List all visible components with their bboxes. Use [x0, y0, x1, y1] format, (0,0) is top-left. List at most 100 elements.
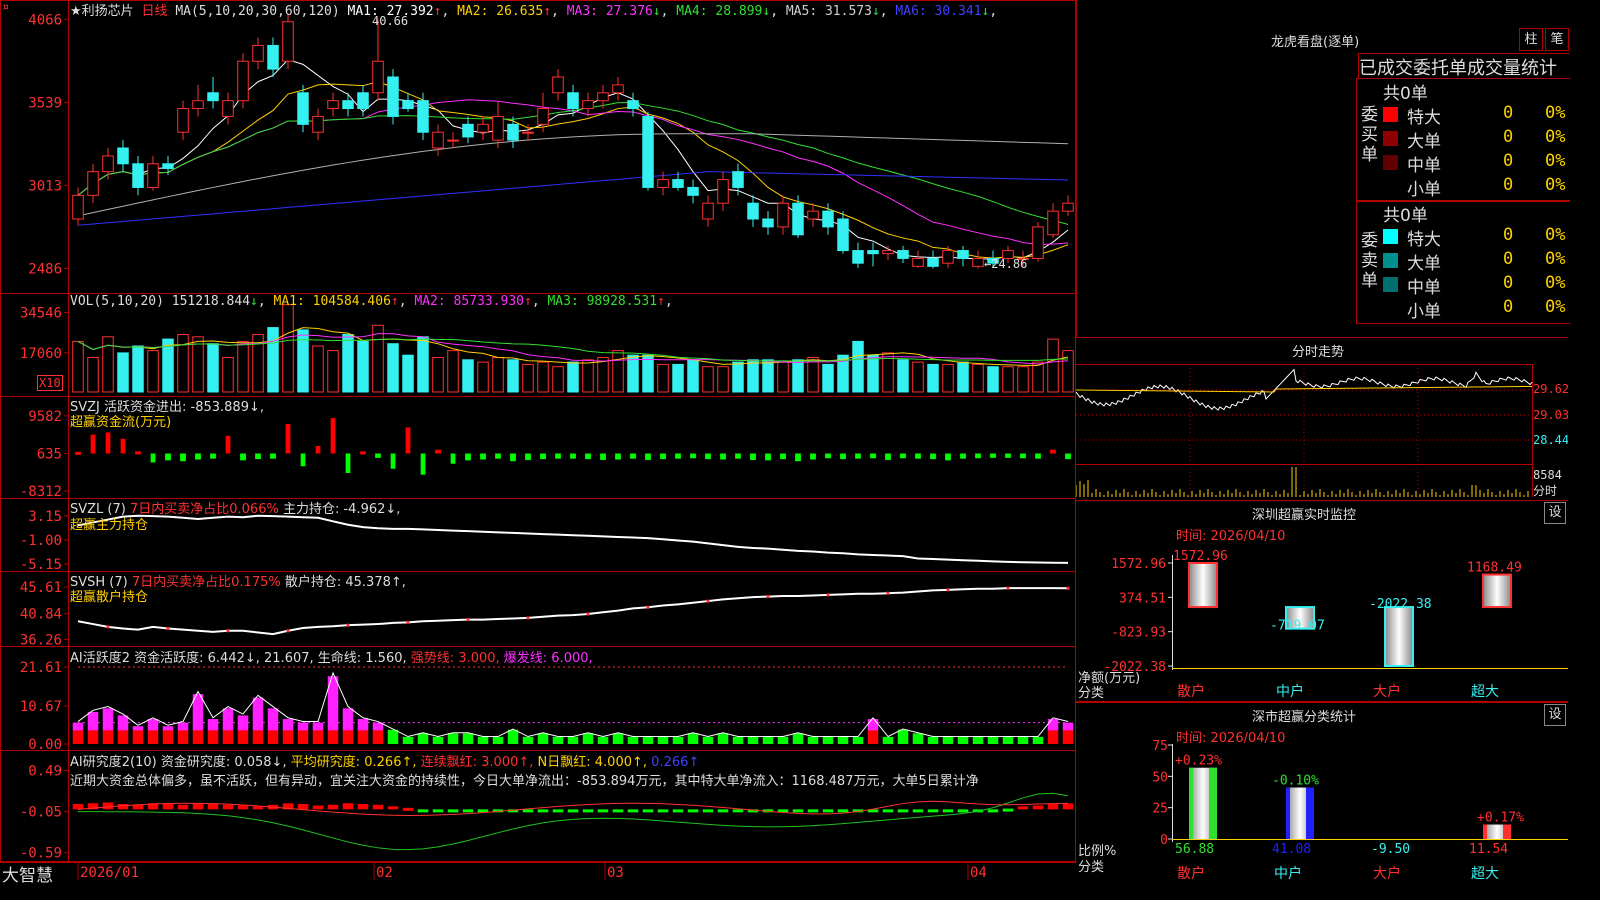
intraday-chart[interactable]: 29.62 29.03 28.44 8584 分时 — [1076, 337, 1568, 502]
research-bar — [297, 804, 309, 810]
candle-body — [102, 155, 114, 173]
period-label[interactable]: 日线 — [141, 4, 167, 19]
order-pct: 0% — [1545, 103, 1566, 123]
fund-flow-bar — [435, 449, 441, 454]
research-bar — [597, 809, 609, 813]
ma-label: MA5: 31.573 — [785, 4, 872, 19]
fund-flow-bar — [585, 453, 591, 460]
activity-bar-burst — [177, 722, 189, 731]
candle-body — [387, 76, 399, 117]
monitor-value-label: -2022.38 — [1369, 597, 1432, 612]
fund-flow-bar — [450, 453, 456, 464]
monitor-category: 超大 — [1471, 684, 1499, 700]
order-name: 特大 — [1407, 230, 1441, 250]
retail-position-point — [526, 616, 530, 620]
order-count: 0 — [1503, 103, 1514, 123]
ai-active-tick: 10.67 — [20, 699, 62, 715]
tick-mode-button[interactable]: 笔 — [1545, 28, 1569, 51]
activity-bar-low — [507, 729, 519, 744]
order-color-swatch — [1383, 107, 1398, 122]
fund-flow-bar — [885, 453, 891, 460]
candle-body — [972, 257, 984, 267]
ai-active-tick: 21.61 — [20, 660, 62, 676]
fund-flow-bar — [690, 453, 696, 459]
sell-label: 委卖单 — [1361, 231, 1378, 291]
activity-bar-low — [537, 733, 549, 744]
class-tick: 0 — [1160, 833, 1168, 848]
main-chart-area[interactable]: 4066 3539 3013 2486 34546 17060 9582 635 -8312 3.… — [0, 0, 1076, 882]
monitor-bar — [1384, 606, 1414, 667]
fund-flow-bar — [645, 453, 651, 460]
volume-bar — [327, 350, 339, 393]
fund-flow-bar — [615, 453, 621, 460]
retail-position-point — [346, 623, 350, 627]
candle-body — [807, 210, 819, 220]
research-bar — [192, 803, 204, 810]
candle-body — [897, 250, 909, 259]
activity-bar-base — [222, 730, 234, 744]
activity-bar-burst — [117, 715, 129, 731]
activity-bar-burst — [147, 719, 159, 731]
monitor-value-label: 1572.96 — [1173, 549, 1228, 564]
bar-mode-button[interactable]: 柱 — [1519, 28, 1543, 51]
intraday-avg-line — [1076, 385, 1533, 393]
fund-flow-bar — [975, 453, 981, 459]
candle-body — [417, 100, 429, 133]
fund-flow-bar — [705, 453, 711, 460]
volume-bar — [387, 343, 399, 393]
volume-bar — [462, 359, 474, 393]
order-pct: 0% — [1545, 225, 1566, 245]
candle-body — [507, 123, 519, 141]
volume-bar — [492, 357, 504, 393]
activity-bar-base — [177, 730, 189, 744]
svsh-line — [77, 586, 1070, 636]
svsh-ratio: 7日内买卖净占比0.175% — [131, 575, 281, 590]
order-name: 小单 — [1407, 180, 1441, 200]
research-bar — [552, 809, 564, 813]
order-row: 小单 0 0% — [1383, 297, 1570, 322]
activity-bar-low — [642, 736, 654, 744]
volume-bar — [87, 357, 99, 393]
candle-body — [522, 131, 534, 134]
fund-flow-bar — [930, 453, 936, 460]
order-pct: 0% — [1545, 127, 1566, 147]
class-bar-accent — [1483, 824, 1487, 839]
activity-bar-low — [1032, 736, 1044, 744]
volume-bar — [177, 334, 189, 393]
fund-flow-bar — [735, 453, 741, 459]
monitor-category: 散户 — [1177, 683, 1205, 700]
research-bar — [672, 809, 684, 813]
fund-flow-bar — [270, 453, 276, 459]
candle-body — [657, 179, 669, 188]
activity-bar-low — [612, 733, 624, 744]
x-axis-labels: 2026/01 02 03 04 — [77, 862, 987, 881]
class-category: 大户 — [1373, 865, 1401, 882]
low-label: ←24.86 — [984, 257, 1028, 271]
price-tick: 3539 — [28, 95, 62, 111]
x-label: 03 — [607, 865, 624, 881]
ai-active-bars — [72, 666, 1074, 744]
class-bar-accent — [1503, 824, 1511, 839]
brand-logo: 大智慧 — [2, 866, 53, 886]
fund-flow-bar — [825, 453, 831, 459]
candle-body — [432, 131, 444, 149]
volume-bar — [687, 359, 699, 393]
vol-ma-comma: , — [664, 294, 673, 309]
monitor-tick: -823.93 — [1111, 626, 1166, 641]
activity-bar-low — [987, 736, 999, 744]
volume-bar — [117, 352, 129, 393]
volume-bar — [312, 345, 324, 393]
research-bar — [1017, 806, 1029, 810]
fund-flow-bar — [870, 453, 876, 459]
fund-flow-bar — [660, 453, 666, 460]
monitor-bar — [1482, 573, 1512, 609]
research-bar — [447, 809, 459, 813]
monitor-category: 中户 — [1276, 683, 1304, 700]
intraday-tick: 29.62 — [1533, 382, 1568, 396]
ma-label: MA3: 27.376 — [566, 4, 653, 19]
corner-marker[interactable]: ¤ — [2, 0, 9, 14]
ma-arrow: ↓ — [871, 4, 880, 19]
candle-body — [162, 163, 174, 170]
ai-research-tick: 0.49 — [28, 764, 62, 780]
activity-bar-base — [342, 730, 354, 744]
